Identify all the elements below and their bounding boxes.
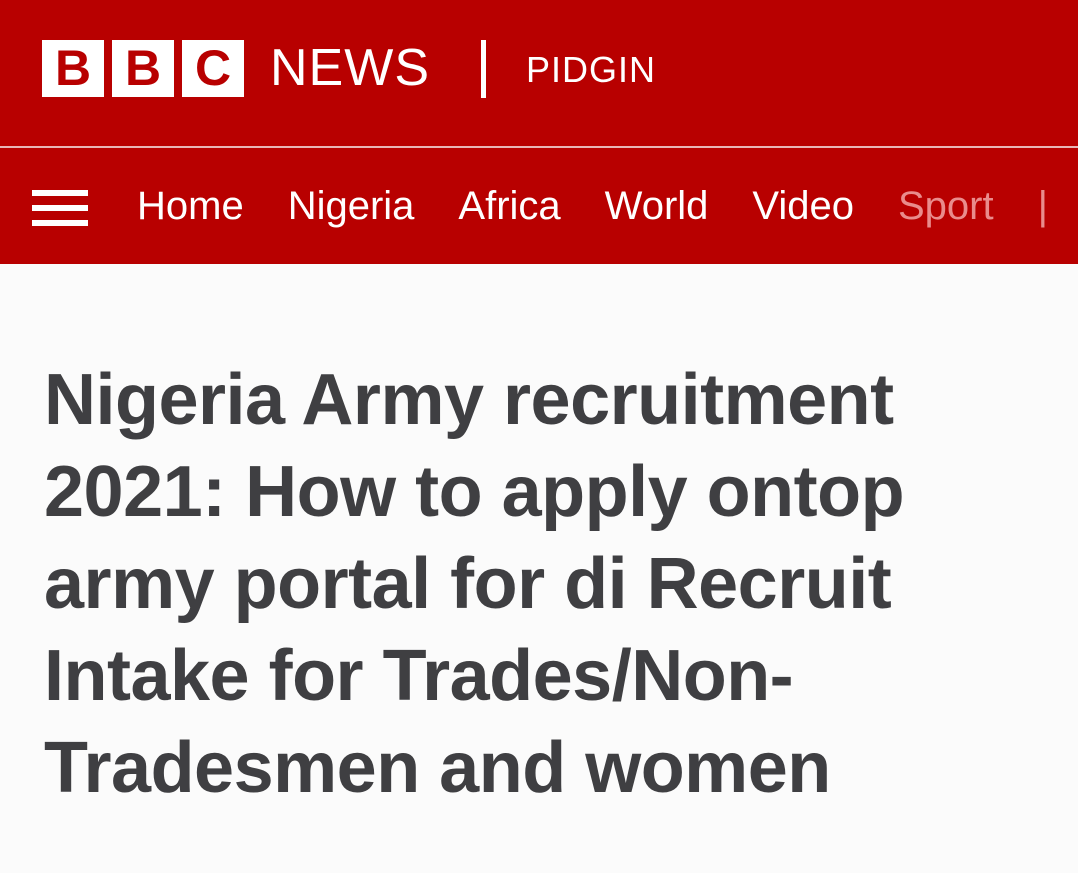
- bbc-logo-letter: C: [182, 40, 244, 97]
- news-wordmark[interactable]: NEWS: [270, 38, 430, 98]
- nav-item-sport[interactable]: Sport: [898, 184, 994, 229]
- navigation-bar: Home Nigeria Africa World Video Sport |: [0, 148, 1078, 264]
- nav-item-nigeria[interactable]: Nigeria: [288, 184, 415, 229]
- masthead: B B C NEWS PIDGIN: [0, 0, 1078, 146]
- nav-item-world[interactable]: World: [605, 184, 709, 229]
- logo-divider: [481, 40, 486, 98]
- nav-item-home[interactable]: Home: [137, 184, 244, 229]
- bbc-logo-letter: B: [112, 40, 174, 97]
- nav-items: Home Nigeria Africa World Video Sport |: [137, 148, 1078, 264]
- nav-item-overflow[interactable]: |: [1038, 184, 1046, 229]
- service-name[interactable]: PIDGIN: [526, 50, 656, 90]
- hamburger-menu-icon[interactable]: [32, 190, 88, 226]
- article-headline: Nigeria Army recruitment 2021: How to ap…: [44, 360, 905, 808]
- nav-item-africa[interactable]: Africa: [458, 184, 560, 229]
- bbc-logo[interactable]: B B C: [42, 40, 244, 97]
- bbc-logo-letter: B: [42, 40, 104, 97]
- nav-item-video[interactable]: Video: [752, 184, 854, 229]
